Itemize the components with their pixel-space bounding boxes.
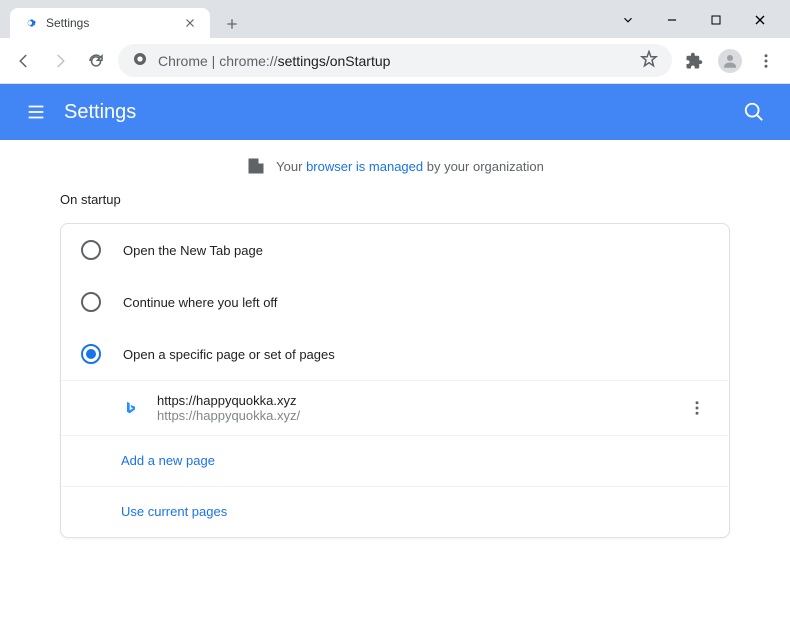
radio-label: Open a specific page or set of pages — [123, 347, 335, 362]
toolbar-icons — [680, 47, 780, 75]
page-more-menu[interactable] — [685, 396, 709, 420]
window-controls — [612, 0, 790, 32]
extensions-icon[interactable] — [680, 47, 708, 75]
use-current-pages-link[interactable]: Use current pages — [121, 504, 227, 519]
maximize-button[interactable] — [700, 8, 732, 32]
close-button[interactable] — [744, 8, 776, 32]
tab-settings[interactable]: Settings — [10, 8, 210, 38]
profile-avatar[interactable] — [716, 47, 744, 75]
settings-header: Settings — [0, 84, 790, 140]
radio-icon — [81, 292, 101, 312]
browser-managed-link[interactable]: browser is managed — [306, 159, 423, 174]
bing-favicon-icon — [121, 398, 141, 418]
startup-page-row: https://happyquokka.xyz https://happyquo… — [61, 380, 729, 435]
titlebar: Settings — [0, 0, 790, 38]
radio-icon — [81, 240, 101, 260]
radio-icon-selected — [81, 344, 101, 364]
omnibox[interactable]: Chrome | chrome://settings/onStartup — [118, 44, 672, 77]
page-entry-title: https://happyquokka.xyz — [157, 393, 669, 408]
chrome-icon — [132, 51, 148, 70]
search-button[interactable] — [734, 92, 774, 132]
tab-close-button[interactable] — [182, 15, 198, 31]
new-tab-button[interactable] — [218, 10, 246, 38]
radio-option-new-tab[interactable]: Open the New Tab page — [61, 224, 729, 276]
page-info: https://happyquokka.xyz https://happyquo… — [157, 393, 669, 423]
page-entry-url: https://happyquokka.xyz/ — [157, 408, 669, 423]
section-title: On startup — [60, 192, 730, 207]
content-area: On startup Open the New Tab page Continu… — [0, 192, 790, 538]
radio-label: Continue where you left off — [123, 295, 277, 310]
managed-banner: Your browser is managed by your organiza… — [0, 140, 790, 192]
chevron-down-icon[interactable] — [612, 8, 644, 32]
radio-option-specific[interactable]: Open a specific page or set of pages — [61, 328, 729, 380]
add-new-page-link[interactable]: Add a new page — [121, 453, 215, 468]
reload-button[interactable] — [82, 47, 110, 75]
tab-title: Settings — [46, 16, 89, 30]
omnibox-text: Chrome | chrome://settings/onStartup — [158, 53, 390, 69]
gear-icon — [22, 15, 38, 31]
radio-label: Open the New Tab page — [123, 243, 263, 258]
tabs-area: Settings — [0, 0, 246, 38]
menu-icon[interactable] — [752, 47, 780, 75]
back-button[interactable] — [10, 47, 38, 75]
forward-button[interactable] — [46, 47, 74, 75]
add-page-row: Add a new page — [61, 435, 729, 486]
banner-text: Your browser is managed by your organiza… — [276, 159, 544, 174]
building-icon — [246, 156, 266, 176]
startup-card: Open the New Tab page Continue where you… — [60, 223, 730, 538]
use-current-row: Use current pages — [61, 486, 729, 537]
page-title: Settings — [64, 101, 136, 124]
hamburger-menu-button[interactable] — [16, 92, 56, 132]
bookmark-star-icon[interactable] — [640, 50, 658, 71]
addressbar: Chrome | chrome://settings/onStartup — [0, 38, 790, 84]
minimize-button[interactable] — [656, 8, 688, 32]
radio-option-continue[interactable]: Continue where you left off — [61, 276, 729, 328]
